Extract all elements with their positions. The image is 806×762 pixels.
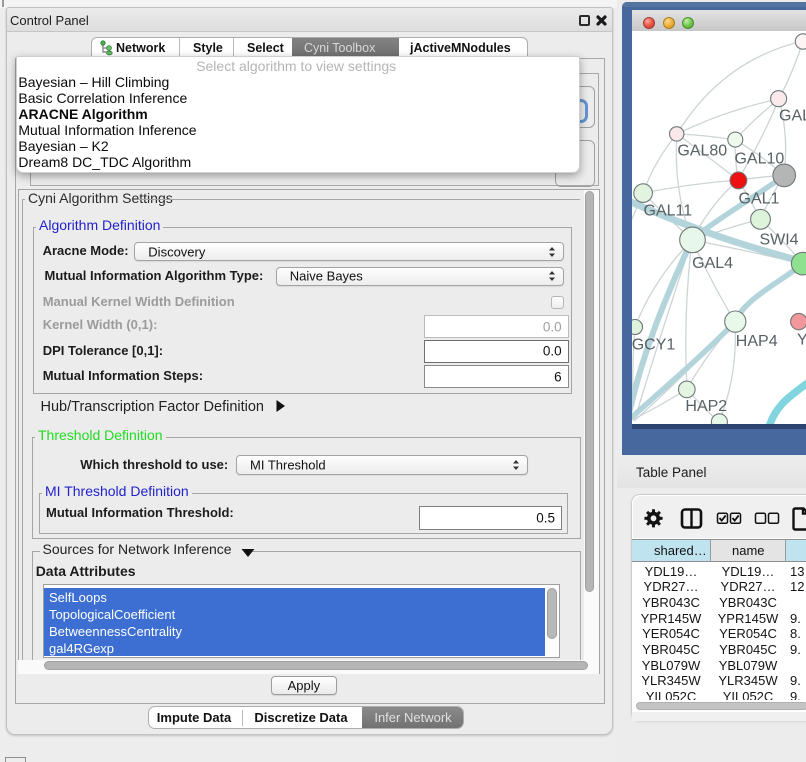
svg-text:HAP4: HAP4 xyxy=(736,333,778,350)
svg-text:GAL10: GAL10 xyxy=(734,150,784,167)
svg-text:YJ: YJ xyxy=(797,332,806,349)
svg-text:HAP2: HAP2 xyxy=(685,398,727,415)
svg-text:GAL4: GAL4 xyxy=(692,255,733,272)
svg-text:SWI4: SWI4 xyxy=(759,232,798,249)
svg-text:GCY1: GCY1 xyxy=(632,336,675,353)
svg-text:GAL80: GAL80 xyxy=(677,142,727,159)
svg-text:GAL7: GAL7 xyxy=(779,108,806,125)
svg-text:GAL11: GAL11 xyxy=(643,202,692,219)
svg-text:GAL1: GAL1 xyxy=(739,191,780,208)
